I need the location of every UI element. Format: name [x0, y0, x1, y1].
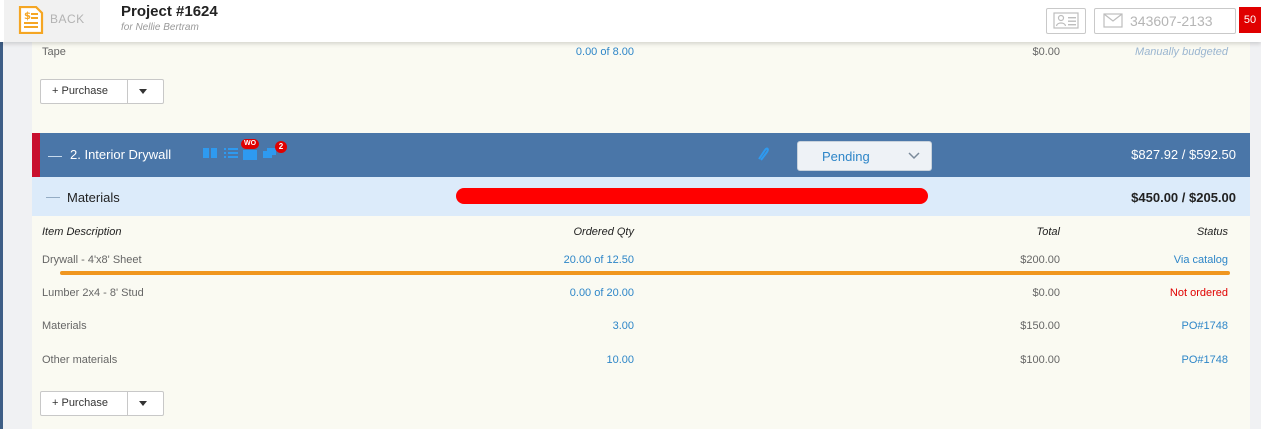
item-status: Manually budgeted — [1135, 46, 1228, 58]
invoice-icon: $ — [18, 6, 44, 34]
ordered-qty-link[interactable]: 10.00 — [606, 354, 634, 366]
status-value: Pending — [822, 149, 870, 164]
svg-text:$: $ — [24, 11, 31, 22]
item-status-link[interactable]: Via catalog — [1174, 254, 1228, 266]
message-button[interactable]: 343607-2133 — [1094, 8, 1236, 34]
chevron-down-icon — [908, 152, 920, 160]
button-divider — [127, 392, 128, 415]
ordered-qty-link[interactable]: 0.00 of 20.00 — [570, 287, 634, 299]
section-flag — [32, 133, 40, 177]
highlight-underline — [60, 271, 1230, 275]
page-title: Project #1624 — [121, 3, 218, 20]
purchase-order-link[interactable]: PO#1748 — [1182, 354, 1228, 366]
column-header-description: Item Description — [42, 226, 122, 238]
item-total: $0.00 — [1032, 287, 1060, 299]
status-select[interactable]: Pending — [797, 141, 932, 171]
item-description: Materials — [42, 320, 87, 332]
back-button[interactable]: $ BACK — [4, 0, 100, 42]
item-total: $0.00 — [1032, 46, 1060, 58]
ordered-qty-link[interactable]: 3.00 — [613, 320, 634, 332]
work-order-icon[interactable] — [243, 148, 257, 160]
item-total: $100.00 — [1020, 354, 1060, 366]
left-rail — [0, 0, 3, 429]
message-count-badge: 2 — [275, 141, 287, 153]
item-description: Other materials — [42, 354, 118, 366]
section-total: $827.92 / $592.50 — [1131, 147, 1236, 162]
item-total: $200.00 — [1020, 254, 1060, 266]
section-title: 2. Interior Drywall — [70, 147, 172, 162]
purchase-order-link[interactable]: PO#1748 — [1182, 320, 1228, 332]
item-status[interactable]: Not ordered — [1170, 287, 1228, 299]
dropdown-caret-icon[interactable] — [139, 89, 147, 94]
page-content: Tape 0.00 of 8.00 $0.00 Manually budgete… — [32, 0, 1250, 429]
envelope-icon — [1103, 13, 1123, 28]
table-row: Tape 0.00 of 8.00 $0.00 Manually budgete… — [32, 42, 1250, 62]
phone-number: 343607-2133 — [1130, 13, 1213, 29]
purchase-button[interactable]: + Purchase — [40, 79, 164, 104]
purchase-label: + Purchase — [52, 85, 108, 97]
back-label: BACK — [50, 12, 85, 26]
ordered-qty-link[interactable]: 20.00 of 12.50 — [564, 254, 634, 266]
button-divider — [127, 80, 128, 103]
materials-title: Materials — [67, 190, 120, 205]
collapse-icon[interactable]: — — [46, 188, 60, 204]
page-subtitle: for Nellie Bertram — [121, 22, 199, 33]
ordered-qty-link[interactable]: 0.00 of 8.00 — [576, 46, 634, 58]
dropdown-caret-icon[interactable] — [139, 401, 147, 406]
contact-card-icon — [1053, 12, 1079, 29]
materials-total: $450.00 / $205.00 — [1131, 190, 1236, 205]
item-description: Tape — [42, 46, 66, 58]
item-total: $150.00 — [1020, 320, 1060, 332]
contact-card-button[interactable] — [1046, 8, 1086, 34]
paperclip-icon[interactable] — [755, 146, 769, 162]
top-bar: $ BACK Project #1624 for Nellie Bertram … — [0, 0, 1261, 42]
notification-badge[interactable]: 50 — [1239, 7, 1261, 33]
column-header-total: Total — [1036, 226, 1060, 238]
section-header[interactable]: — 2. Interior Drywall WO 2 Pending $827.… — [32, 133, 1250, 177]
purchase-label: + Purchase — [52, 397, 108, 409]
column-header-status: Status — [1196, 226, 1228, 238]
item-description: Lumber 2x4 - 8' Stud — [42, 287, 144, 299]
materials-header[interactable]: — Materials $450.00 / $205.00 — [32, 177, 1250, 216]
purchase-button[interactable]: + Purchase — [40, 391, 164, 416]
collapse-icon[interactable]: — — [48, 147, 62, 163]
book-icon[interactable] — [203, 147, 217, 159]
redaction-mark — [456, 188, 928, 204]
list-icon[interactable] — [224, 147, 238, 159]
item-description: Drywall - 4'x8' Sheet — [42, 254, 142, 266]
wo-badge: WO — [241, 139, 260, 149]
column-header-qty: Ordered Qty — [573, 226, 634, 238]
